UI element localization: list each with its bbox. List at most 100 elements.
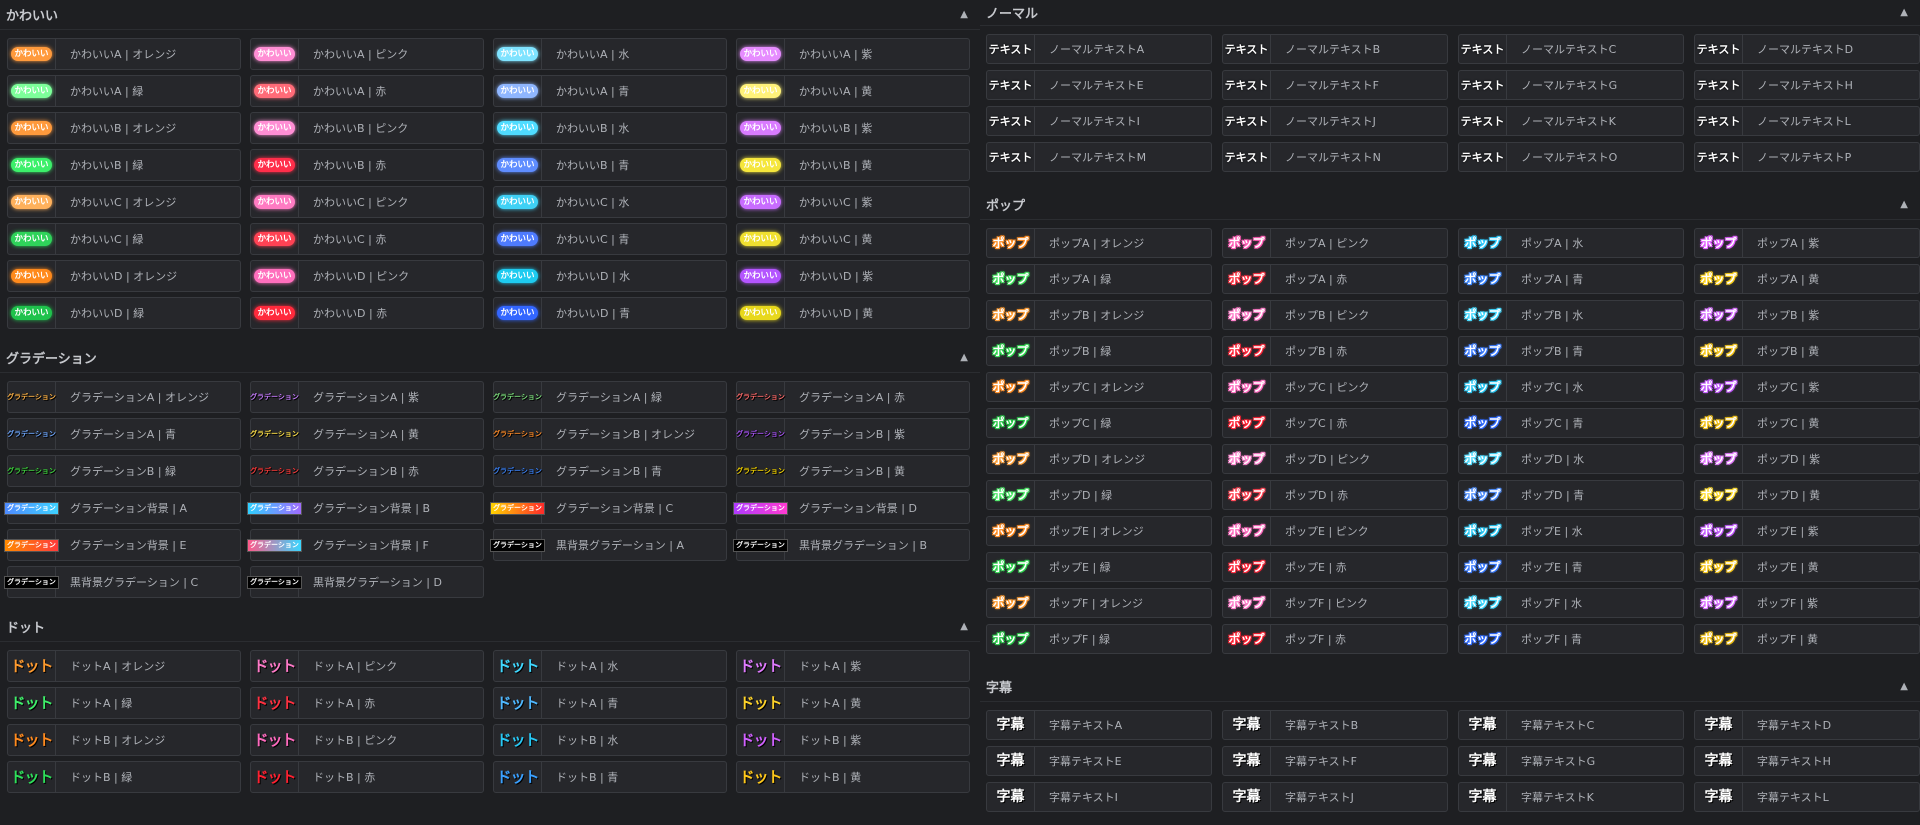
preset-item[interactable]: 字幕 字幕テキストA	[986, 710, 1212, 740]
preset-item[interactable]: かわいい かわいいC | 紫	[736, 186, 970, 218]
preset-item[interactable]: かわいい かわいいA | 緑	[7, 75, 241, 107]
section-header[interactable]: かわいい ▲	[0, 0, 980, 30]
preset-item[interactable]: ポップ ポップC | 青	[1458, 408, 1684, 438]
preset-item[interactable]: ドット ドットB | 水	[493, 724, 727, 756]
preset-item[interactable]: ポップ ポップB | 青	[1458, 336, 1684, 366]
preset-item[interactable]: 字幕 字幕テキストD	[1694, 710, 1920, 740]
preset-item[interactable]: 字幕 字幕テキストC	[1458, 710, 1684, 740]
preset-item[interactable]: ポップ ポップD | 黄	[1694, 480, 1920, 510]
preset-item[interactable]: グラデーション グラデーションA | 黄	[250, 418, 484, 450]
preset-item[interactable]: テキスト ノーマルテキストH	[1694, 70, 1920, 100]
preset-item[interactable]: テキスト ノーマルテキストE	[986, 70, 1212, 100]
preset-item[interactable]: かわいい かわいいA | 黄	[736, 75, 970, 107]
preset-item[interactable]: ポップ ポップE | 青	[1458, 552, 1684, 582]
preset-item[interactable]: グラデーション グラデーションA | 青	[7, 418, 241, 450]
preset-item[interactable]: かわいい かわいいD | 緑	[7, 297, 241, 329]
preset-item[interactable]: 字幕 字幕テキストF	[1222, 746, 1448, 776]
preset-item[interactable]: ドット ドットA | 紫	[736, 650, 970, 682]
preset-item[interactable]: ドット ドットA | 赤	[250, 687, 484, 719]
preset-item[interactable]: ポップ ポップF | 赤	[1222, 624, 1448, 654]
chevron-up-icon[interactable]: ▲	[954, 619, 974, 634]
preset-item[interactable]: ポップ ポップC | 緑	[986, 408, 1212, 438]
chevron-up-icon[interactable]: ▲	[1894, 679, 1914, 694]
chevron-up-icon[interactable]: ▲	[1894, 197, 1914, 212]
preset-item[interactable]: かわいい かわいいB | オレンジ	[7, 112, 241, 144]
preset-item[interactable]: ポップ ポップF | オレンジ	[986, 588, 1212, 618]
preset-item[interactable]: かわいい かわいいB | 青	[493, 149, 727, 181]
preset-item[interactable]: かわいい かわいいA | 紫	[736, 38, 970, 70]
preset-item[interactable]: かわいい かわいいA | 青	[493, 75, 727, 107]
preset-item[interactable]: ポップ ポップE | 紫	[1694, 516, 1920, 546]
preset-item[interactable]: かわいい かわいいA | 水	[493, 38, 727, 70]
preset-item[interactable]: テキスト ノーマルテキストN	[1222, 142, 1448, 172]
preset-item[interactable]: ポップ ポップD | 緑	[986, 480, 1212, 510]
preset-item[interactable]: ドット ドットB | 黄	[736, 761, 970, 793]
preset-item[interactable]: かわいい かわいいD | 青	[493, 297, 727, 329]
preset-item[interactable]: ドット ドットB | オレンジ	[7, 724, 241, 756]
preset-item[interactable]: かわいい かわいいC | ピンク	[250, 186, 484, 218]
preset-item[interactable]: ドット ドットA | 緑	[7, 687, 241, 719]
preset-item[interactable]: グラデーション グラデーション背景 | A	[4, 492, 241, 524]
preset-item[interactable]: テキスト ノーマルテキストJ	[1222, 106, 1448, 136]
preset-item[interactable]: ポップ ポップA | 緑	[986, 264, 1212, 294]
preset-item[interactable]: かわいい かわいいB | 黄	[736, 149, 970, 181]
preset-item[interactable]: ポップ ポップB | 水	[1458, 300, 1684, 330]
preset-item[interactable]: かわいい かわいいD | 赤	[250, 297, 484, 329]
preset-item[interactable]: かわいい かわいいB | 紫	[736, 112, 970, 144]
preset-item[interactable]: テキスト ノーマルテキストO	[1458, 142, 1684, 172]
preset-item[interactable]: グラデーション グラデーションB | 紫	[736, 418, 970, 450]
preset-item[interactable]: かわいい かわいいD | 紫	[736, 260, 970, 292]
preset-item[interactable]: ポップ ポップE | 赤	[1222, 552, 1448, 582]
preset-item[interactable]: かわいい かわいいD | 水	[493, 260, 727, 292]
preset-item[interactable]: グラデーション グラデーション背景 | B	[247, 492, 484, 524]
preset-item[interactable]: かわいい かわいいB | 緑	[7, 149, 241, 181]
preset-item[interactable]: グラデーション グラデーション背景 | F	[247, 529, 484, 561]
preset-item[interactable]: ポップ ポップC | 水	[1458, 372, 1684, 402]
preset-item[interactable]: ポップ ポップB | 緑	[986, 336, 1212, 366]
preset-item[interactable]: かわいい かわいいD | オレンジ	[7, 260, 241, 292]
preset-item[interactable]: グラデーション グラデーションA | 紫	[250, 381, 484, 413]
preset-item[interactable]: グラデーション 黒背景グラデーション | A	[490, 529, 727, 561]
preset-item[interactable]: ポップ ポップE | オレンジ	[986, 516, 1212, 546]
preset-item[interactable]: ポップ ポップC | 赤	[1222, 408, 1448, 438]
preset-item[interactable]: ポップ ポップE | ピンク	[1222, 516, 1448, 546]
preset-item[interactable]: グラデーション グラデーションB | 赤	[250, 455, 484, 487]
preset-item[interactable]: ポップ ポップB | 紫	[1694, 300, 1920, 330]
preset-item[interactable]: ドット ドットB | 赤	[250, 761, 484, 793]
preset-item[interactable]: グラデーション グラデーションB | 緑	[7, 455, 241, 487]
preset-item[interactable]: ポップ ポップC | 黄	[1694, 408, 1920, 438]
preset-item[interactable]: ドット ドットA | 水	[493, 650, 727, 682]
preset-item[interactable]: ポップ ポップA | 黄	[1694, 264, 1920, 294]
preset-item[interactable]: テキスト ノーマルテキストL	[1694, 106, 1920, 136]
preset-item[interactable]: 字幕 字幕テキストB	[1222, 710, 1448, 740]
preset-item[interactable]: テキスト ノーマルテキストF	[1222, 70, 1448, 100]
preset-item[interactable]: ポップ ポップC | 紫	[1694, 372, 1920, 402]
section-header[interactable]: ノーマル ▲	[980, 0, 1920, 26]
section-header[interactable]: ドット ▲	[0, 612, 980, 642]
preset-item[interactable]: ポップ ポップE | 緑	[986, 552, 1212, 582]
preset-item[interactable]: グラデーション グラデーションB | 黄	[736, 455, 970, 487]
preset-item[interactable]: かわいい かわいいC | 水	[493, 186, 727, 218]
preset-item[interactable]: ポップ ポップD | 水	[1458, 444, 1684, 474]
preset-item[interactable]: かわいい かわいいC | オレンジ	[7, 186, 241, 218]
preset-item[interactable]: ドット ドットA | 黄	[736, 687, 970, 719]
chevron-up-icon[interactable]: ▲	[954, 7, 974, 22]
preset-item[interactable]: ポップ ポップB | ピンク	[1222, 300, 1448, 330]
preset-item[interactable]: ポップ ポップF | 青	[1458, 624, 1684, 654]
preset-item[interactable]: ポップ ポップF | 水	[1458, 588, 1684, 618]
preset-item[interactable]: ポップ ポップB | 黄	[1694, 336, 1920, 366]
preset-item[interactable]: ポップ ポップA | オレンジ	[986, 228, 1212, 258]
preset-item[interactable]: グラデーション 黒背景グラデーション | C	[4, 566, 241, 598]
section-header[interactable]: 字幕 ▲	[980, 672, 1920, 702]
preset-item[interactable]: ドット ドットB | 緑	[7, 761, 241, 793]
preset-item[interactable]: かわいい かわいいD | 黄	[736, 297, 970, 329]
preset-item[interactable]: ポップ ポップD | ピンク	[1222, 444, 1448, 474]
chevron-up-icon[interactable]: ▲	[954, 350, 974, 365]
preset-item[interactable]: かわいい かわいいD | ピンク	[250, 260, 484, 292]
preset-item[interactable]: グラデーション グラデーション背景 | C	[490, 492, 727, 524]
preset-item[interactable]: ドット ドットA | オレンジ	[7, 650, 241, 682]
preset-item[interactable]: ドット ドットB | 紫	[736, 724, 970, 756]
preset-item[interactable]: ドット ドットA | ピンク	[250, 650, 484, 682]
section-header[interactable]: ポップ ▲	[980, 190, 1920, 220]
preset-item[interactable]: テキスト ノーマルテキストA	[986, 34, 1212, 64]
